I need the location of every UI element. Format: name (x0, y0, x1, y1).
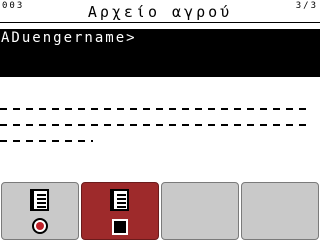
record-icon (32, 218, 48, 234)
input-text: ADuengername> (1, 30, 137, 46)
stop-icon (112, 219, 128, 235)
header-bar: 003 Αρχείο αγρού 3/3 (0, 0, 320, 23)
bottom-tab-bar (0, 180, 320, 240)
page-indicator: 3/3 (295, 1, 318, 11)
text-input-field[interactable]: ADuengername> (0, 29, 320, 77)
tab-empty-4[interactable] (241, 182, 319, 240)
placeholder-line (0, 108, 310, 110)
tab-record[interactable] (1, 182, 79, 240)
tab-empty-3[interactable] (161, 182, 239, 240)
page-title: Αρχείο αγρού (87, 3, 233, 21)
placeholder-line (0, 140, 93, 142)
document-icon (30, 189, 49, 211)
document-icon (110, 189, 129, 211)
entry-placeholder-lines (0, 108, 320, 156)
tab-stop[interactable] (81, 182, 159, 240)
placeholder-line (0, 124, 310, 126)
